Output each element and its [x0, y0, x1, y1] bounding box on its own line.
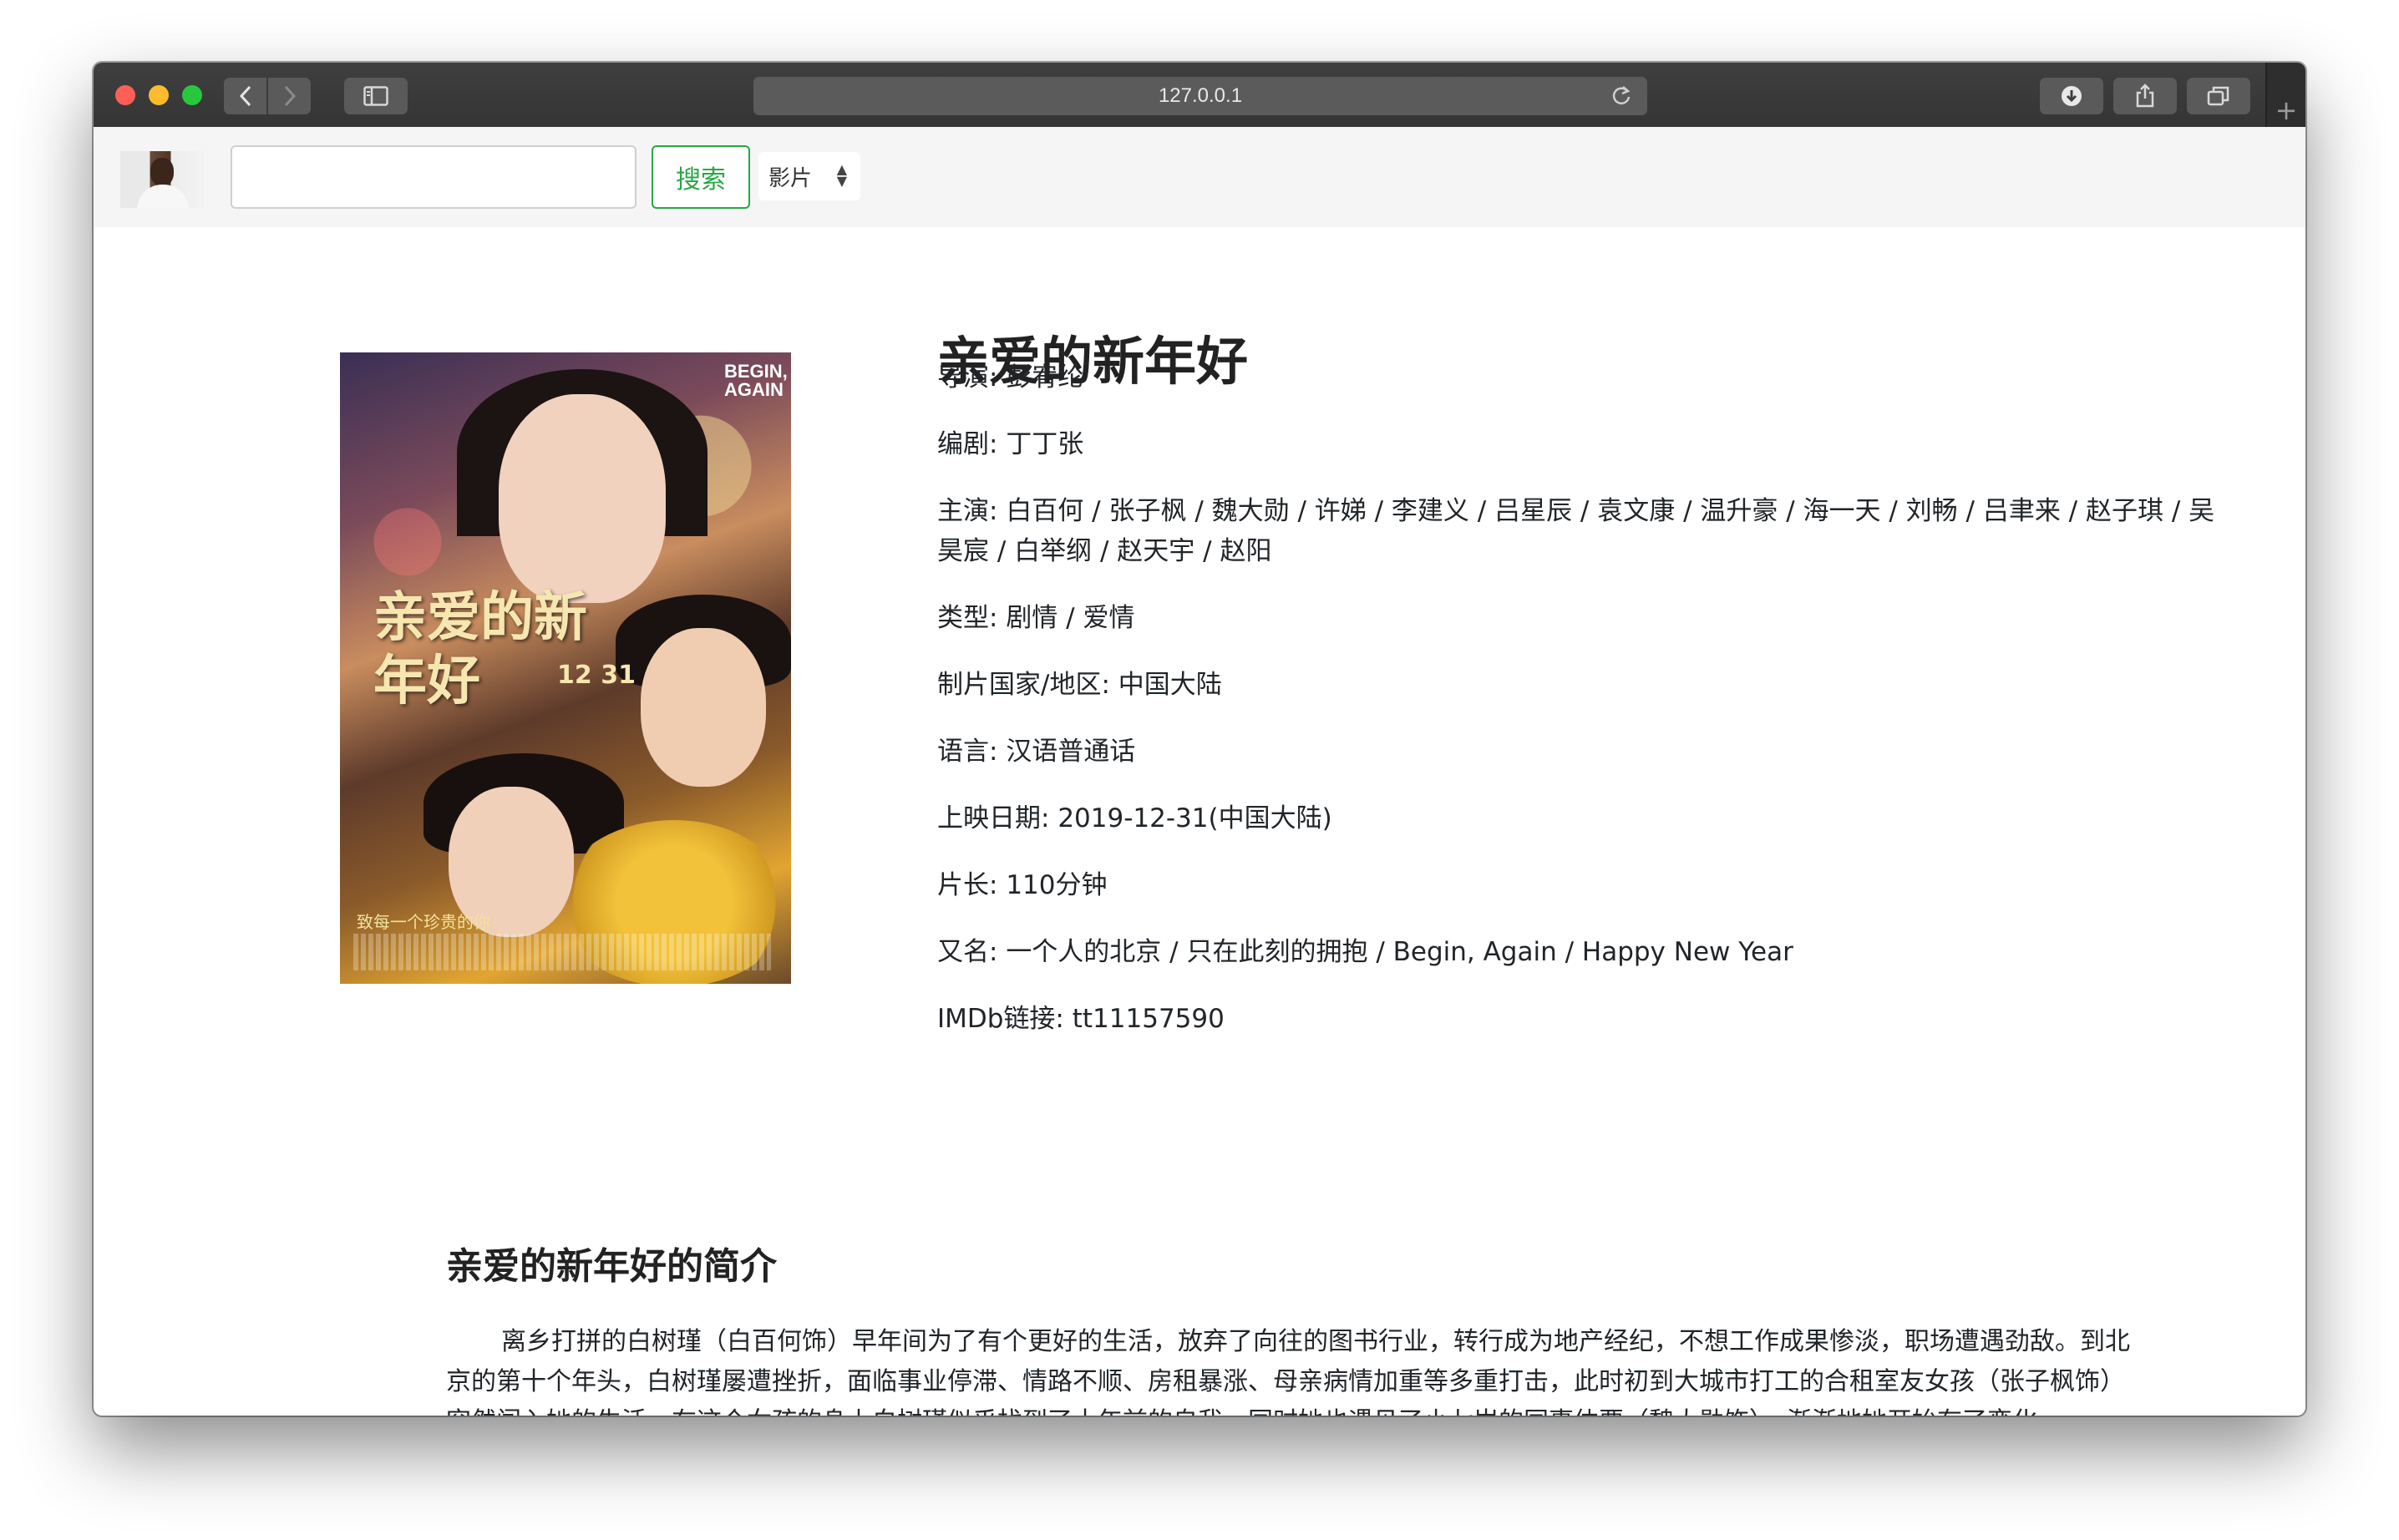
detail-label: 类型:: [937, 603, 1007, 633]
detail-label: 片长:: [937, 870, 1007, 900]
detail-label: IMDb链接:: [937, 1004, 1073, 1034]
detail-label: 主演:: [937, 496, 1007, 526]
plus-icon: +: [2275, 94, 2298, 126]
detail-country: 制片国家/地区: 中国大陆: [937, 665, 2215, 705]
share-icon: [2136, 84, 2154, 108]
detail-imdb: IMDb链接: tt11157590: [937, 999, 2215, 1039]
detail-writer: 编剧: 丁丁张: [937, 424, 2215, 464]
detail-value: 剧情 / 爱情: [1006, 603, 1135, 633]
search-input[interactable]: [231, 145, 637, 209]
minimize-window-button[interactable]: [149, 85, 169, 105]
detail-label: 导演:: [937, 362, 1007, 393]
summary-title: 亲爱的新年好的简介: [446, 1245, 777, 1288]
detail-release-date: 上映日期: 2019-12-31(中国大陆): [937, 798, 2215, 838]
detail-value: 2019-12-31(中国大陆): [1057, 803, 1332, 833]
reload-icon[interactable]: [1610, 84, 1632, 113]
browser-window: 127.0.0.1 + 搜索 影片 ▲ ▼ 亲爱的新年好 12 31 BEGIN…: [94, 63, 2305, 1416]
detail-value: 汉语普通话: [1006, 737, 1136, 767]
detail-value: 中国大陆: [1118, 670, 1222, 700]
detail-value: 110分钟: [1006, 870, 1108, 900]
search-type-selected: 影片: [768, 165, 813, 191]
imdb-link[interactable]: tt11157590: [1073, 1004, 1225, 1034]
summary-text: 离乡打拼的白树瑾（白百何饰）早年间为了有个更好的生活，放弃了向往的图书行业，转行…: [446, 1327, 2130, 1416]
navigation-buttons: [224, 78, 311, 114]
detail-aka: 又名: 一个人的北京 / 只在此刻的拥抱 / Begin, Again / Ha…: [937, 932, 2215, 972]
detail-label: 上映日期:: [937, 803, 1058, 833]
detail-label: 语言:: [937, 737, 1007, 767]
sidebar-toggle-button[interactable]: [344, 78, 408, 114]
close-window-button[interactable]: [115, 85, 135, 105]
share-button[interactable]: [2113, 78, 2177, 114]
forward-button[interactable]: [268, 78, 311, 114]
detail-label: 又名:: [937, 937, 1007, 967]
back-button[interactable]: [224, 78, 268, 114]
detail-genre: 类型: 剧情 / 爱情: [937, 598, 2215, 638]
poster-date: 12 31: [557, 661, 636, 690]
chevron-right-icon: [284, 85, 296, 107]
detail-label: 制片国家/地区:: [937, 670, 1118, 700]
page-navbar: 搜索 影片 ▲ ▼: [94, 127, 2305, 227]
chevron-left-icon: [239, 85, 251, 107]
downloads-button[interactable]: [2040, 78, 2103, 114]
zoom-window-button[interactable]: [182, 85, 202, 105]
detail-value: 一个人的北京 / 只在此刻的拥抱 / Begin, Again / Happy …: [1006, 937, 1793, 967]
address-bar-text: 127.0.0.1: [1158, 84, 1243, 107]
poster-title: 亲爱的新年好: [373, 586, 587, 712]
search-type-select[interactable]: 影片 ▲ ▼: [758, 152, 860, 200]
detail-language: 语言: 汉语普通话: [937, 732, 2215, 772]
detail-director: 导演: 彭宥纶: [937, 357, 2215, 398]
tabs-icon: [2207, 86, 2229, 106]
movie-poster: 亲爱的新年好 12 31 BEGIN, AGAIN 致每一个珍贵的你: [340, 352, 791, 984]
address-bar[interactable]: 127.0.0.1: [753, 77, 1647, 115]
show-tabs-button[interactable]: [2187, 78, 2250, 114]
new-tab-button[interactable]: +: [2265, 63, 2305, 127]
poster-credits: [353, 934, 771, 970]
browser-titlebar: 127.0.0.1 +: [94, 63, 2305, 129]
poster-tagline: 致每一个珍贵的你: [357, 912, 490, 932]
poster-english-title: BEGIN, AGAIN: [724, 361, 788, 400]
search-button[interactable]: 搜索: [652, 145, 750, 209]
detail-runtime: 片长: 110分钟: [937, 865, 2215, 905]
sidebar-icon: [363, 86, 388, 106]
detail-value: 白百何 / 张子枫 / 魏大勋 / 许娣 / 李建义 / 吕星辰 / 袁文康 /…: [937, 496, 2215, 566]
user-avatar[interactable]: [120, 151, 204, 208]
detail-value: 彭宥纶: [1006, 362, 1084, 393]
select-arrows-icon: ▲ ▼: [836, 161, 847, 189]
detail-cast: 主演: 白百何 / 张子枫 / 魏大勋 / 许娣 / 李建义 / 吕星辰 / 袁…: [937, 491, 2215, 571]
detail-value: 丁丁张: [1006, 429, 1084, 459]
download-icon: [2062, 86, 2082, 106]
detail-label: 编剧:: [937, 429, 1007, 459]
